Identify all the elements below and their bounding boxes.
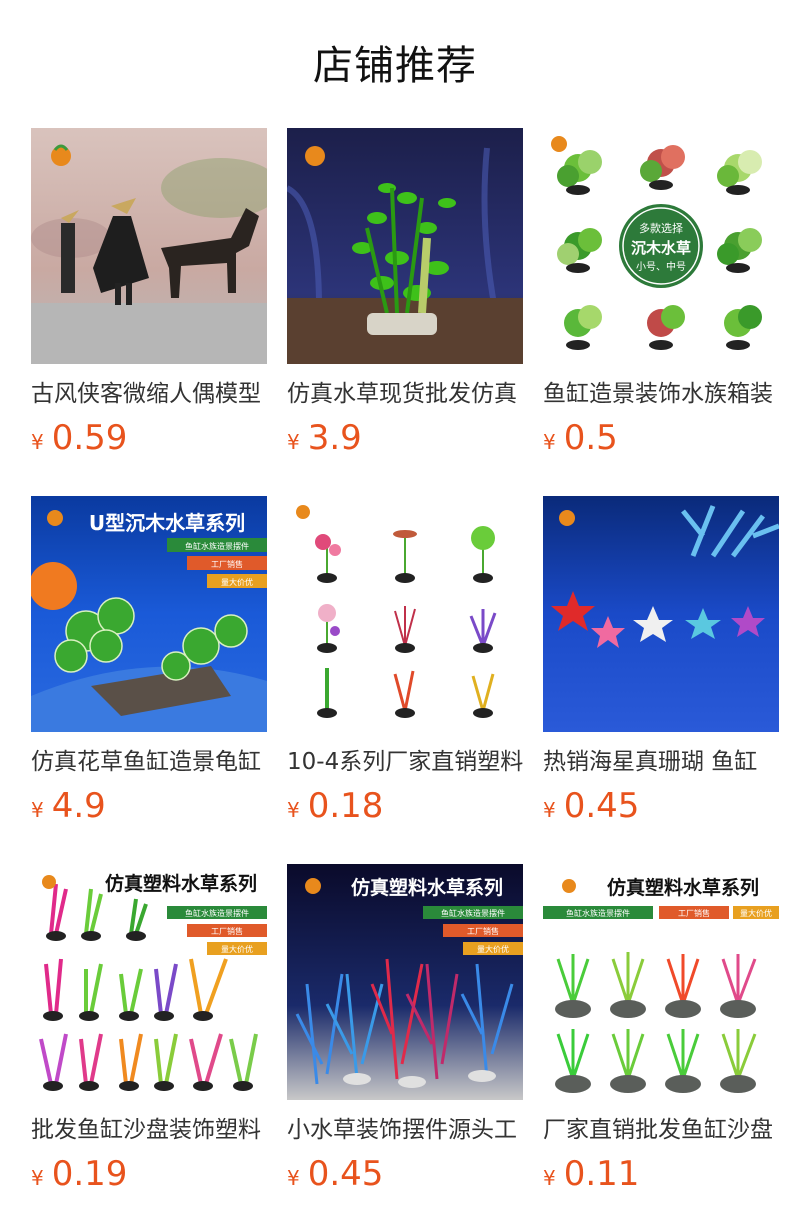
image-tag-2: 工厂销售 [211, 926, 243, 936]
image-caption-3: 小号、中号 [636, 260, 686, 273]
product-price: ¥4.9 [31, 786, 106, 826]
currency-symbol: ¥ [287, 430, 300, 454]
product-name[interactable]: 仿真花草鱼缸造景龟缸 [31, 744, 267, 780]
price-value: 0.45 [563, 786, 640, 826]
image-tag-2: 工厂销售 [467, 926, 499, 936]
product-price: ¥0.45 [287, 1154, 383, 1194]
image-tag-1: 鱼缸水族造景摆件 [566, 908, 630, 918]
image-tag-1: 鱼缸水族造景摆件 [185, 541, 249, 551]
currency-symbol: ¥ [31, 798, 44, 822]
product-price: ¥0.18 [287, 786, 383, 826]
product-price: ¥3.9 [287, 418, 362, 458]
currency-symbol: ¥ [543, 798, 556, 822]
product-image[interactable] [287, 128, 523, 364]
image-banner-title: 仿真塑料水草系列 [607, 876, 759, 899]
image-caption-1: 多款选择 [639, 221, 683, 235]
product-price: ¥0.19 [31, 1154, 127, 1194]
price-value: 0.18 [307, 786, 384, 826]
currency-symbol: ¥ [287, 798, 300, 822]
image-tag-1: 鱼缸水族造景摆件 [185, 908, 249, 918]
price-value: 4.9 [51, 786, 106, 826]
product-name[interactable]: 10-4系列厂家直销塑料 [287, 744, 523, 780]
currency-symbol: ¥ [543, 1166, 556, 1190]
product-image[interactable] [287, 496, 523, 732]
price-value: 0.59 [51, 418, 128, 458]
product-price: ¥0.59 [31, 418, 127, 458]
product-name[interactable]: 仿真水草现货批发仿真 [287, 376, 523, 412]
product-price: ¥0.11 [543, 1154, 639, 1194]
image-caption-2: 沉木水草 [631, 239, 691, 257]
product-image[interactable]: 仿真塑料水草系列 鱼缸水族造景摆件 工厂销售 量大价优 [543, 864, 779, 1100]
product-name[interactable]: 厂家直销批发鱼缸沙盘 [543, 1112, 779, 1148]
product-name[interactable]: 批发鱼缸沙盘装饰塑料 [31, 1112, 267, 1148]
image-tag-3: 量大价优 [221, 944, 253, 954]
image-banner-title: 仿真塑料水草系列 [351, 876, 503, 899]
product-image[interactable] [543, 496, 779, 732]
currency-symbol: ¥ [287, 1166, 300, 1190]
price-value: 0.5 [563, 418, 618, 458]
product-name[interactable]: 小水草装饰摆件源头工 [287, 1112, 523, 1148]
product-name[interactable]: 热销海星真珊瑚 鱼缸 [543, 744, 779, 780]
product-name[interactable]: 鱼缸造景装饰水族箱装 [543, 376, 779, 412]
price-value: 0.45 [307, 1154, 384, 1194]
image-banner-title: 仿真塑料水草系列 [105, 872, 257, 895]
product-image[interactable]: 仿真塑料水草系列 鱼缸水族造景摆件 工厂销售 量大价优 [287, 864, 523, 1100]
currency-symbol: ¥ [543, 430, 556, 454]
image-tag-3: 量大价优 [740, 908, 772, 918]
price-value: 3.9 [307, 418, 362, 458]
product-image[interactable]: U型沉木水草系列 鱼缸水族造景摆件 工厂销售 量大价优 [31, 496, 267, 732]
price-value: 0.19 [51, 1154, 128, 1194]
image-tag-1: 鱼缸水族造景摆件 [441, 908, 505, 918]
product-image[interactable] [31, 128, 267, 364]
product-price: ¥0.45 [543, 786, 639, 826]
image-tag-2: 工厂销售 [678, 908, 710, 918]
price-value: 0.11 [563, 1154, 640, 1194]
section-title: 店铺推荐 [313, 43, 477, 89]
image-tag-2: 工厂销售 [211, 559, 243, 569]
product-name[interactable]: 古风侠客微缩人偶模型 [31, 376, 267, 412]
product-image[interactable]: 多款选择 沉木水草 小号、中号 [543, 128, 779, 364]
currency-symbol: ¥ [31, 1166, 44, 1190]
image-tag-3: 量大价优 [477, 944, 509, 954]
image-banner-title: U型沉木水草系列 [89, 511, 245, 535]
image-tag-3: 量大价优 [221, 577, 253, 587]
currency-symbol: ¥ [31, 430, 44, 454]
product-price: ¥0.5 [543, 418, 618, 458]
product-image[interactable]: 仿真塑料水草系列 鱼缸水族造景摆件 工厂销售 量大价优 [31, 864, 267, 1100]
